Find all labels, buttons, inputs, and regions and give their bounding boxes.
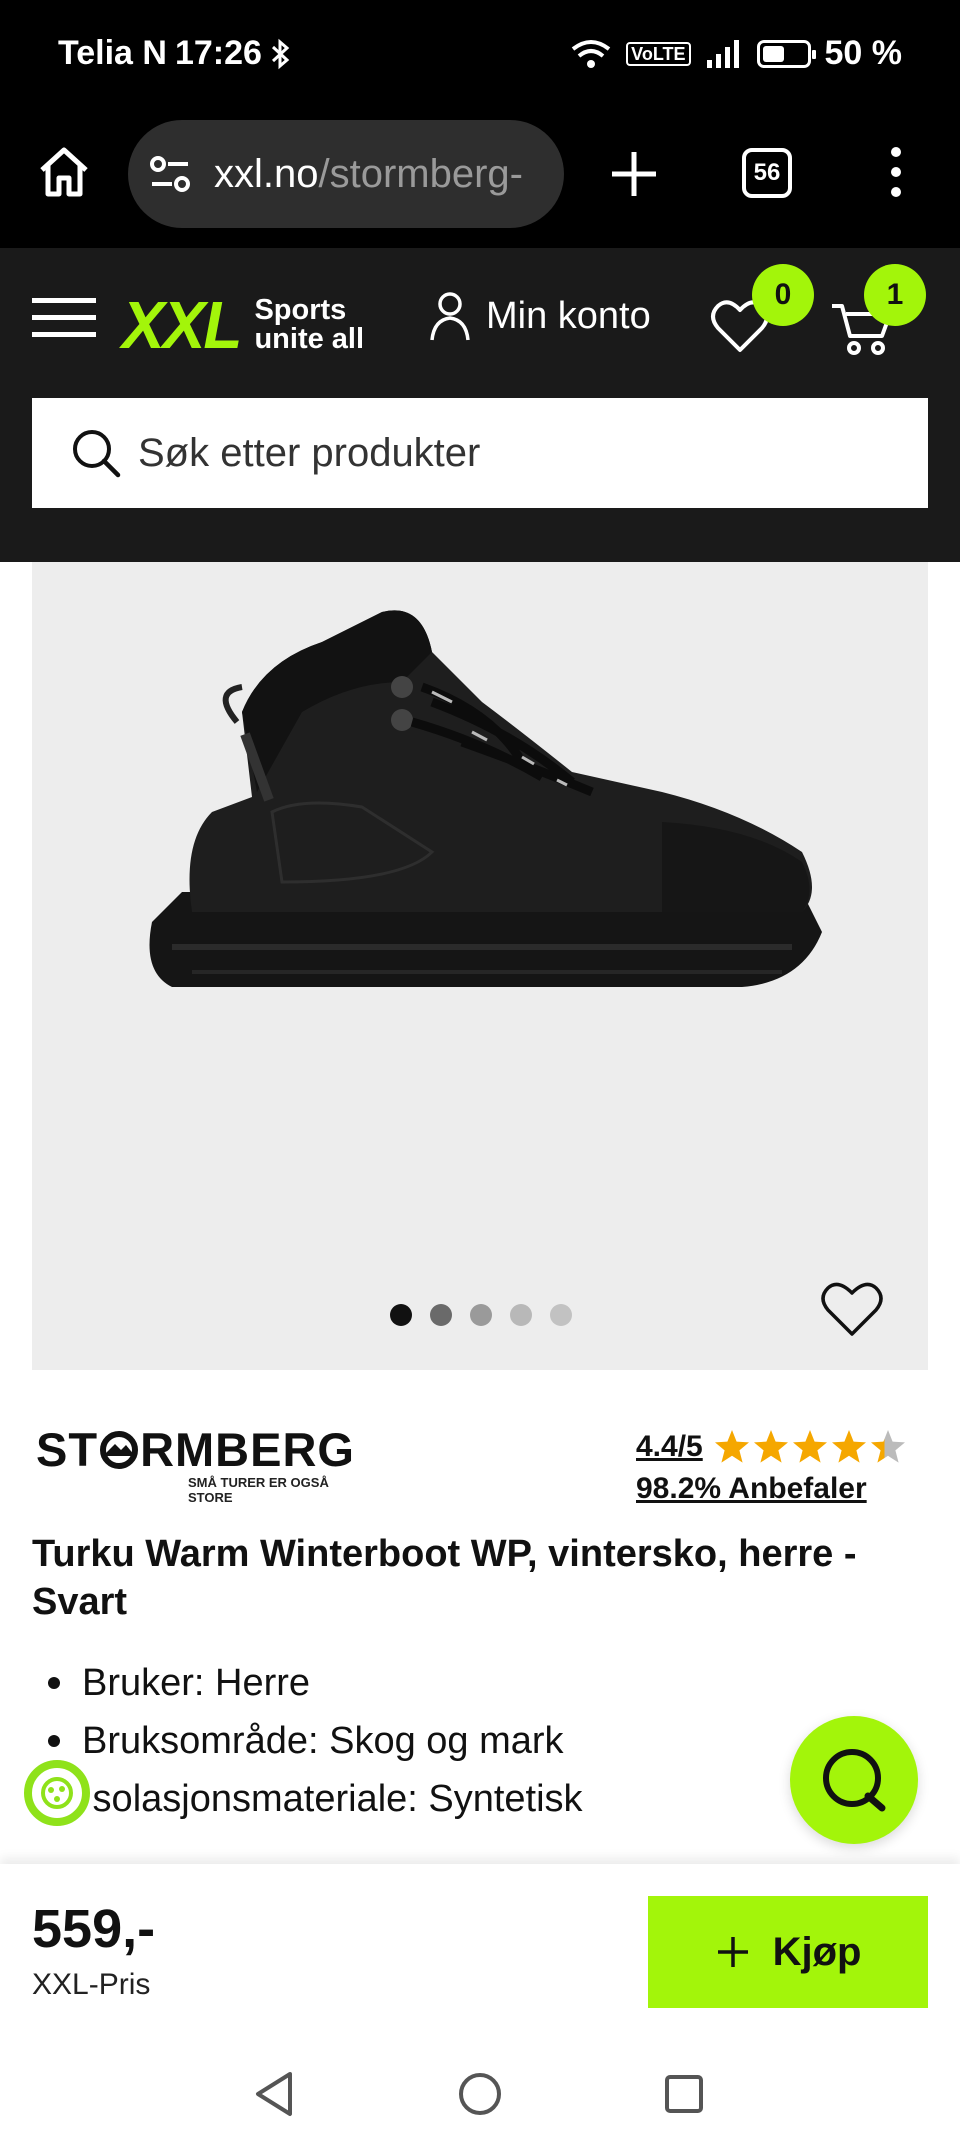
signal-icon: [706, 39, 739, 68]
product-photo-winter-boot: [149, 610, 822, 987]
battery-percent: 50 %: [824, 34, 903, 72]
logo-tagline-line1: Sports: [254, 294, 347, 326]
account-link[interactable]: Min konto: [428, 290, 651, 342]
feature-item: Bruker: Herre: [48, 1654, 583, 1712]
buy-button[interactable]: Kjøp: [648, 1896, 928, 2008]
wishlist-count-badge: 0: [752, 264, 814, 326]
status-bar: Telia N 17:26 VoLTE 50 %: [0, 0, 960, 112]
star-icon: [792, 1430, 827, 1463]
clock: 17:26: [174, 34, 262, 72]
search-input[interactable]: [138, 430, 838, 476]
rating-value[interactable]: 4.4/5: [636, 1430, 703, 1464]
brand-name-end: RMBERG: [140, 1423, 355, 1476]
brand-name-start: ST: [36, 1423, 99, 1476]
price: 559,-: [32, 1899, 156, 1959]
wifi-icon: [571, 39, 611, 68]
url-domain: xxl.no: [214, 151, 319, 196]
brand-logo-stormberg[interactable]: ST RMBERG SMÅ TURER ER OGSÅ STORE: [36, 1422, 366, 1505]
back-icon[interactable]: [252, 2070, 296, 2118]
star-icon: [870, 1430, 905, 1463]
chat-bubble-icon: [823, 1749, 886, 1812]
feature-list: Bruker: Herre Bruksområde: Skog og mark …: [48, 1654, 583, 1828]
mountain-o-icon: [100, 1430, 139, 1469]
status-left: Telia N 17:26: [58, 34, 292, 73]
site-settings-icon[interactable]: [148, 152, 192, 196]
volte-icon: VoLTE: [626, 41, 691, 66]
brand-wordmark: ST RMBERG: [36, 1422, 366, 1477]
account-label: Min konto: [486, 294, 651, 337]
carousel-indicator: [390, 1304, 572, 1326]
menu-icon[interactable]: [32, 294, 96, 342]
browser-toolbar: xxl.no/stormberg- 56: [0, 112, 960, 248]
tab-switcher-button[interactable]: 56: [742, 148, 792, 198]
star-icon: [831, 1430, 866, 1463]
logo-wordmark: XXL: [122, 287, 242, 363]
carrier-label: Telia N: [58, 34, 167, 72]
home-circle-icon[interactable]: [458, 2072, 502, 2116]
carousel-dot[interactable]: [430, 1304, 452, 1326]
bluetooth-icon: [271, 38, 290, 69]
feature-item: Isolasjonsmateriale: Syntetisk: [48, 1770, 583, 1828]
system-navigation-bar: [0, 2040, 960, 2144]
carousel-dot[interactable]: [390, 1304, 412, 1326]
brand-tagline: SMÅ TURER ER OGSÅ STORE: [188, 1475, 329, 1505]
star-icon: [753, 1430, 788, 1463]
purchase-bar: 559,- XXL-Pris Kjøp: [0, 1864, 960, 2040]
user-icon: [430, 292, 470, 341]
status-right: VoLTE 50 %: [570, 34, 902, 73]
more-options-icon[interactable]: [880, 142, 912, 202]
buy-button-label: Kjøp: [772, 1929, 862, 1974]
search-bar[interactable]: [32, 398, 928, 508]
logo-tagline-line2: unite all: [254, 323, 365, 355]
url-path: /stormberg-: [318, 151, 524, 196]
address-bar[interactable]: xxl.no/stormberg-: [128, 120, 564, 228]
url-text[interactable]: xxl.no/stormberg-: [214, 152, 523, 197]
carousel-dot[interactable]: [550, 1304, 572, 1326]
price-label: XXL-Pris: [32, 1968, 151, 2001]
carousel-dot[interactable]: [510, 1304, 532, 1326]
plus-icon: [717, 1937, 748, 1967]
favorite-heart-icon[interactable]: [820, 1280, 884, 1340]
rating-row: 4.4/5: [636, 1428, 907, 1466]
star-rating: [713, 1428, 907, 1466]
site-header: XXL Sports unite all Min konto: [0, 248, 960, 562]
home-icon[interactable]: [36, 144, 92, 200]
battery-level: [762, 45, 784, 62]
cart-count-badge: 1: [864, 264, 926, 326]
new-tab-icon[interactable]: [606, 146, 662, 202]
product-image-gallery[interactable]: [32, 562, 928, 1370]
feature-item: Bruksområde: Skog og mark: [48, 1712, 583, 1770]
eco-recycle-badge-icon[interactable]: [20, 1756, 94, 1830]
star-icon: [714, 1430, 749, 1463]
product-title: Turku Warm Winterboot WP, vintersko, her…: [32, 1533, 857, 1623]
product-rating[interactable]: 4.4/5 98.2% Anbefaler: [636, 1428, 907, 1506]
recent-apps-icon[interactable]: [664, 2074, 704, 2114]
search-icon: [73, 430, 121, 478]
logo-tagline: Sports unite all: [254, 296, 364, 354]
carousel-dot[interactable]: [470, 1304, 492, 1326]
recommend-percentage[interactable]: 98.2% Anbefaler: [636, 1472, 907, 1506]
xxl-logo[interactable]: XXL Sports unite all: [122, 287, 364, 363]
battery-icon: [756, 39, 816, 68]
chat-support-button[interactable]: [790, 1716, 918, 1844]
